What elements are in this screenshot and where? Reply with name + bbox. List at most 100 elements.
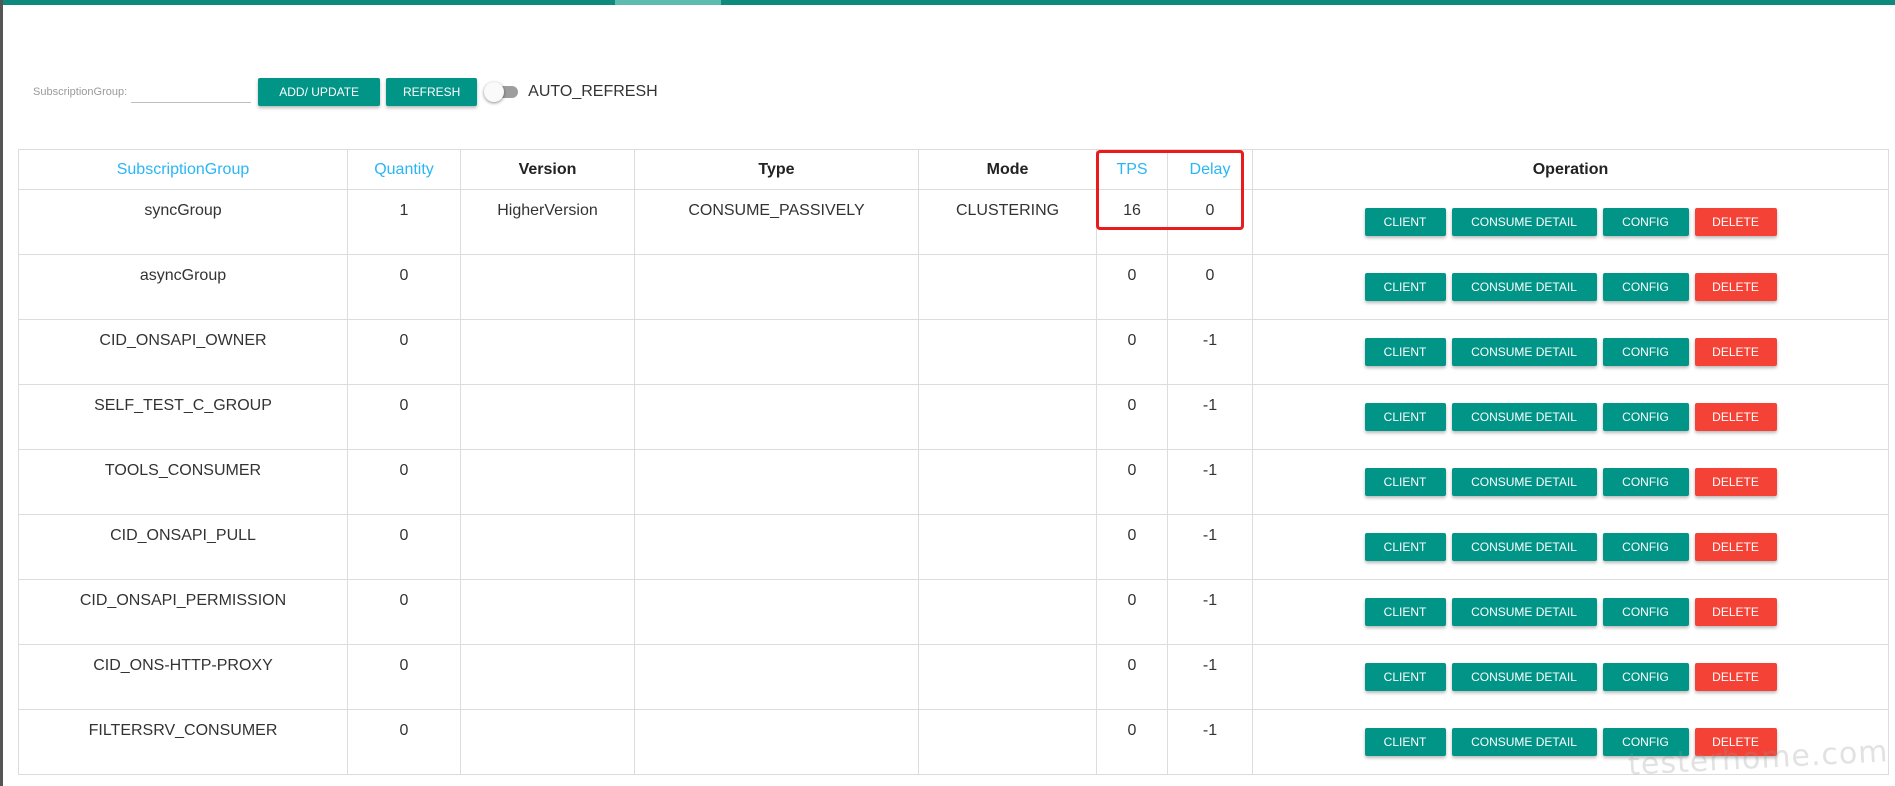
cell-quantity: 0: [347, 384, 461, 450]
cell-delay: 0: [1167, 254, 1253, 320]
consume-detail-button[interactable]: CONSUME DETAIL: [1451, 598, 1597, 626]
cell-type: CONSUME_PASSIVELY: [634, 189, 919, 255]
config-button[interactable]: CONFIG: [1602, 598, 1689, 626]
table-row: CID_ONSAPI_PULL 0 0 -1 CLIENT CONSUME DET…: [18, 514, 1889, 580]
cell-quantity: 0: [347, 254, 461, 320]
cell-version: [460, 449, 635, 515]
cell-delay: -1: [1167, 644, 1253, 710]
header-delay[interactable]: Delay: [1167, 149, 1253, 190]
consume-detail-button[interactable]: CONSUME DETAIL: [1451, 273, 1597, 301]
cell-type: [634, 579, 919, 645]
consume-detail-button[interactable]: CONSUME DETAIL: [1451, 468, 1597, 496]
cell-version: [460, 644, 635, 710]
cell-mode: [918, 449, 1097, 515]
cell-tps: 0: [1096, 644, 1168, 710]
cell-type: [634, 319, 919, 385]
cell-tps: 0: [1096, 319, 1168, 385]
cell-delay: -1: [1167, 579, 1253, 645]
consume-detail-button[interactable]: CONSUME DETAIL: [1451, 533, 1597, 561]
cell-group: TOOLS_CONSUMER: [18, 449, 348, 515]
cell-delay: -1: [1167, 514, 1253, 580]
cell-version: [460, 579, 635, 645]
consume-detail-button[interactable]: CONSUME DETAIL: [1451, 338, 1597, 366]
auto-refresh-toggle[interactable]: [484, 82, 520, 102]
table-row: syncGroup 1 HigherVersion CONSUME_PASSIV…: [18, 189, 1889, 255]
table-row: TOOLS_CONSUMER 0 0 -1 CLIENT CONSUME DETA…: [18, 449, 1889, 515]
cell-version: [460, 384, 635, 450]
delete-button[interactable]: DELETE: [1694, 663, 1777, 691]
cell-quantity: 0: [347, 514, 461, 580]
cell-mode: [918, 319, 1097, 385]
config-button[interactable]: CONFIG: [1602, 338, 1689, 366]
cell-operation: CLIENT CONSUME DETAIL CONFIG DELETE: [1252, 449, 1889, 515]
delete-button[interactable]: DELETE: [1694, 728, 1777, 756]
header-quantity[interactable]: Quantity: [347, 149, 461, 190]
auto-refresh-label: AUTO_REFRESH: [528, 83, 658, 100]
cell-mode: [918, 709, 1097, 775]
client-button[interactable]: CLIENT: [1364, 208, 1446, 236]
cell-quantity: 0: [347, 644, 461, 710]
consume-detail-button[interactable]: CONSUME DETAIL: [1451, 208, 1597, 236]
delete-button[interactable]: DELETE: [1694, 273, 1777, 301]
cell-quantity: 0: [347, 709, 461, 775]
client-button[interactable]: CLIENT: [1364, 338, 1446, 366]
cell-type: [634, 254, 919, 320]
delete-button[interactable]: DELETE: [1694, 598, 1777, 626]
client-button[interactable]: CLIENT: [1364, 598, 1446, 626]
cell-group: asyncGroup: [18, 254, 348, 320]
cell-tps: 0: [1096, 514, 1168, 580]
cell-tps: 0: [1096, 709, 1168, 775]
add-update-button[interactable]: ADD/ UPDATE: [258, 78, 381, 106]
cell-version: [460, 514, 635, 580]
delete-button[interactable]: DELETE: [1694, 533, 1777, 561]
config-button[interactable]: CONFIG: [1602, 728, 1689, 756]
config-button[interactable]: CONFIG: [1602, 468, 1689, 496]
cell-operation: CLIENT CONSUME DETAIL CONFIG DELETE: [1252, 254, 1889, 320]
delete-button[interactable]: DELETE: [1694, 468, 1777, 496]
header-subscription-group[interactable]: SubscriptionGroup: [18, 149, 348, 190]
config-button[interactable]: CONFIG: [1602, 273, 1689, 301]
cell-operation: CLIENT CONSUME DETAIL CONFIG DELETE: [1252, 189, 1889, 255]
cell-mode: [918, 644, 1097, 710]
cell-type: [634, 449, 919, 515]
cell-mode: CLUSTERING: [918, 189, 1097, 255]
cell-operation: CLIENT CONSUME DETAIL CONFIG DELETE: [1252, 384, 1889, 450]
client-button[interactable]: CLIENT: [1364, 663, 1446, 691]
cell-group: CID_ONS-HTTP-PROXY: [18, 644, 348, 710]
cell-operation: CLIENT CONSUME DETAIL CONFIG DELETE: [1252, 319, 1889, 385]
cell-mode: [918, 384, 1097, 450]
consume-detail-button[interactable]: CONSUME DETAIL: [1451, 728, 1597, 756]
cell-version: [460, 254, 635, 320]
cell-type: [634, 709, 919, 775]
toggle-knob: [484, 82, 505, 102]
client-button[interactable]: CLIENT: [1364, 728, 1446, 756]
client-button[interactable]: CLIENT: [1364, 533, 1446, 561]
subscription-group-filter-input[interactable]: [131, 81, 252, 103]
cell-delay: -1: [1167, 709, 1253, 775]
consume-detail-button[interactable]: CONSUME DETAIL: [1451, 403, 1597, 431]
delete-button[interactable]: DELETE: [1694, 208, 1777, 236]
cell-version: [460, 709, 635, 775]
client-button[interactable]: CLIENT: [1364, 273, 1446, 301]
table-row: CID_ONSAPI_PERMISSION 0 0 -1 CLIENT CONSU…: [18, 579, 1889, 645]
config-button[interactable]: CONFIG: [1602, 533, 1689, 561]
cell-tps: 0: [1096, 254, 1168, 320]
client-button[interactable]: CLIENT: [1364, 403, 1446, 431]
config-button[interactable]: CONFIG: [1602, 403, 1689, 431]
header-type: Type: [634, 149, 919, 190]
cell-quantity: 0: [347, 449, 461, 515]
cell-group: CID_ONSAPI_PERMISSION: [18, 579, 348, 645]
cell-version: [460, 319, 635, 385]
config-button[interactable]: CONFIG: [1602, 208, 1689, 236]
header-tps[interactable]: TPS: [1096, 149, 1168, 190]
delete-button[interactable]: DELETE: [1694, 338, 1777, 366]
cell-delay: 0: [1167, 189, 1253, 255]
refresh-button[interactable]: REFRESH: [386, 78, 478, 106]
cell-operation: CLIENT CONSUME DETAIL CONFIG DELETE: [1252, 579, 1889, 645]
consume-detail-button[interactable]: CONSUME DETAIL: [1451, 663, 1597, 691]
client-button[interactable]: CLIENT: [1364, 468, 1446, 496]
cell-quantity: 0: [347, 319, 461, 385]
config-button[interactable]: CONFIG: [1602, 663, 1689, 691]
cell-tps: 0: [1096, 579, 1168, 645]
delete-button[interactable]: DELETE: [1694, 403, 1777, 431]
